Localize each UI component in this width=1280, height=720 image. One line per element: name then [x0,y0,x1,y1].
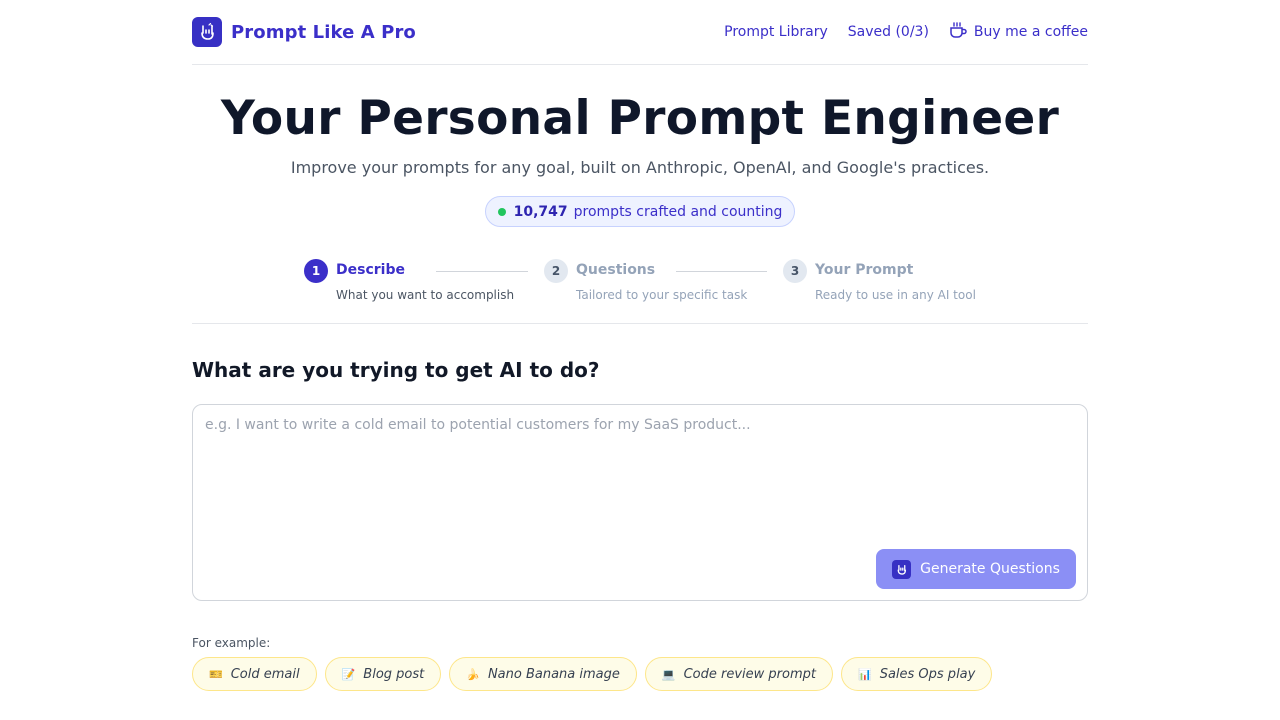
example-chip-sales-ops[interactable]: 📊 Sales Ops play [840,657,993,691]
brand-name: Prompt Like A Pro [231,21,416,43]
generate-questions-label: Generate Questions [920,561,1060,577]
examples-label: For example: [192,636,271,650]
coffee-cup-icon [949,21,968,43]
example-chips: 🎫 Cold email 📝 Blog post 🍌 Nano Banana i… [192,657,993,691]
page-subtitle: Improve your prompts for any goal, built… [290,158,990,177]
top-header: Prompt Like A Pro Prompt Library Saved (… [192,0,1088,65]
nav-buy-coffee[interactable]: Buy me a coffee [949,21,1088,43]
stepper: 1 Describe What you want to accomplish 2… [192,258,1088,324]
laptop-icon: 💻 [661,667,676,681]
brand-link[interactable]: Prompt Like A Pro [192,17,416,47]
memo-icon: 📝 [341,667,356,681]
step-number: 1 [304,259,328,283]
step-label: Your Prompt [815,262,914,278]
example-chip-label: Code review prompt [683,666,816,682]
prompts-counter-badge: 10,747 prompts crafted and counting [485,196,795,227]
example-chip-label: Cold email [230,666,300,682]
counter-value: 10,747 [513,203,568,220]
status-dot-icon [497,207,506,216]
step-label: Questions [576,262,656,278]
generate-questions-button[interactable]: Generate Questions [876,549,1076,589]
step-connector [676,271,767,272]
nav-saved[interactable]: Saved (0/3) [848,24,929,40]
example-chip-code-review[interactable]: 💻 Code review prompt [644,657,833,691]
step-connector [436,271,528,272]
step-number: 3 [783,259,807,283]
step-description: Ready to use in any AI tool [815,288,976,302]
banana-icon: 🍌 [466,667,480,681]
rock-hand-icon [192,17,222,47]
nav-prompt-library[interactable]: Prompt Library [724,24,828,40]
top-nav: Prompt Library Saved (0/3) Buy me a coff… [724,21,1088,43]
rock-hand-icon [892,559,912,579]
bar-chart-icon: 📊 [857,667,872,681]
task-input-container: Generate Questions [192,404,1088,601]
step-description: What you want to accomplish [336,288,515,302]
task-question-heading: What are you trying to get AI to do? [192,358,600,382]
example-chip-label: Sales Ops play [879,666,976,682]
ticket-icon: 🎫 [209,667,223,681]
nav-buy-coffee-label: Buy me a coffee [973,24,1088,40]
page-title: Your Personal Prompt Engineer [220,91,1060,146]
example-chip-label: Nano Banana image [487,666,620,682]
step-description: Tailored to your specific task [576,288,748,302]
app-root: Prompt Like A Pro Prompt Library Saved (… [0,0,1280,720]
example-chip-label: Blog post [363,666,425,682]
counter-text: prompts crafted and counting [573,203,783,220]
example-chip-nano-banana[interactable]: 🍌 Nano Banana image [449,657,637,691]
step-number: 2 [544,259,568,283]
example-chip-blog-post[interactable]: 📝 Blog post [324,657,442,691]
step-label: Describe [336,262,405,278]
example-chip-cold-email[interactable]: 🎫 Cold email [192,657,317,691]
